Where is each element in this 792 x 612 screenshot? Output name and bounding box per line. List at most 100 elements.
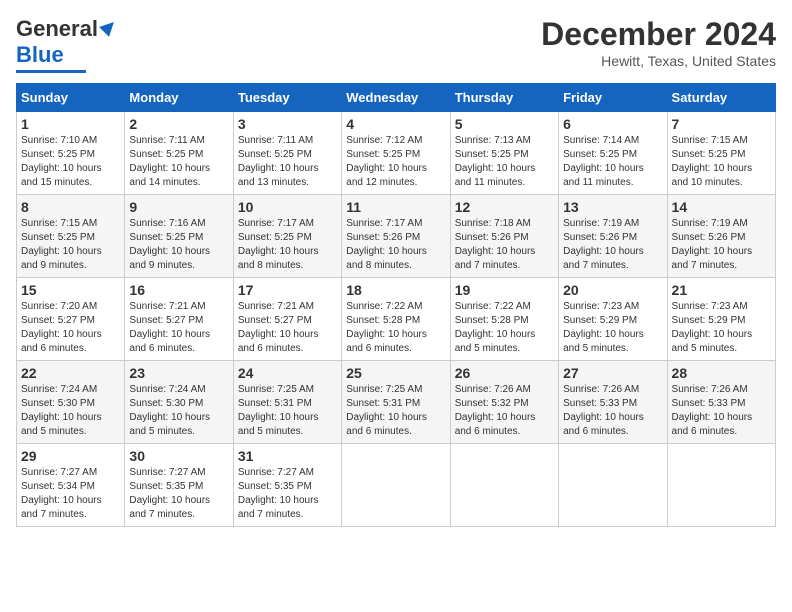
calendar-cell: 14 Sunrise: 7:19 AM Sunset: 5:26 PM Dayl… (667, 195, 775, 278)
day-number: 28 (672, 365, 771, 381)
calendar-cell: 7 Sunrise: 7:15 AM Sunset: 5:25 PM Dayli… (667, 112, 775, 195)
day-info: Sunrise: 7:22 AM Sunset: 5:28 PM Dayligh… (346, 300, 445, 356)
day-info: Sunrise: 7:21 AM Sunset: 5:27 PM Dayligh… (238, 300, 337, 356)
day-info: Sunrise: 7:24 AM Sunset: 5:30 PM Dayligh… (21, 383, 120, 439)
calendar-header-wednesday: Wednesday (342, 84, 450, 112)
calendar-week-4: 22 Sunrise: 7:24 AM Sunset: 5:30 PM Dayl… (17, 361, 776, 444)
day-info: Sunrise: 7:19 AM Sunset: 5:26 PM Dayligh… (563, 217, 662, 273)
day-number: 5 (455, 116, 554, 132)
day-number: 7 (672, 116, 771, 132)
day-number: 23 (129, 365, 228, 381)
calendar-cell: 24 Sunrise: 7:25 AM Sunset: 5:31 PM Dayl… (233, 361, 341, 444)
calendar-cell: 21 Sunrise: 7:23 AM Sunset: 5:29 PM Dayl… (667, 278, 775, 361)
day-info: Sunrise: 7:10 AM Sunset: 5:25 PM Dayligh… (21, 134, 120, 190)
day-info: Sunrise: 7:12 AM Sunset: 5:25 PM Dayligh… (346, 134, 445, 190)
day-number: 30 (129, 448, 228, 464)
logo-blue: Blue (16, 42, 64, 68)
calendar-cell: 4 Sunrise: 7:12 AM Sunset: 5:25 PM Dayli… (342, 112, 450, 195)
day-number: 14 (672, 199, 771, 215)
calendar-cell: 29 Sunrise: 7:27 AM Sunset: 5:34 PM Dayl… (17, 444, 125, 527)
title-area: December 2024 Hewitt, Texas, United Stat… (541, 16, 776, 69)
day-number: 17 (238, 282, 337, 298)
calendar-week-3: 15 Sunrise: 7:20 AM Sunset: 5:27 PM Dayl… (17, 278, 776, 361)
day-info: Sunrise: 7:16 AM Sunset: 5:25 PM Dayligh… (129, 217, 228, 273)
day-info: Sunrise: 7:26 AM Sunset: 5:33 PM Dayligh… (563, 383, 662, 439)
logo: General Blue (16, 16, 116, 73)
calendar-week-1: 1 Sunrise: 7:10 AM Sunset: 5:25 PM Dayli… (17, 112, 776, 195)
day-info: Sunrise: 7:25 AM Sunset: 5:31 PM Dayligh… (346, 383, 445, 439)
day-number: 1 (21, 116, 120, 132)
calendar-header-thursday: Thursday (450, 84, 558, 112)
day-info: Sunrise: 7:22 AM Sunset: 5:28 PM Dayligh… (455, 300, 554, 356)
calendar-header-friday: Friday (559, 84, 667, 112)
calendar-cell (559, 444, 667, 527)
day-number: 18 (346, 282, 445, 298)
calendar-cell: 19 Sunrise: 7:22 AM Sunset: 5:28 PM Dayl… (450, 278, 558, 361)
calendar-cell: 10 Sunrise: 7:17 AM Sunset: 5:25 PM Dayl… (233, 195, 341, 278)
day-info: Sunrise: 7:17 AM Sunset: 5:25 PM Dayligh… (238, 217, 337, 273)
day-number: 8 (21, 199, 120, 215)
calendar-cell: 11 Sunrise: 7:17 AM Sunset: 5:26 PM Dayl… (342, 195, 450, 278)
calendar-cell (667, 444, 775, 527)
header: General Blue December 2024 Hewitt, Texas… (16, 16, 776, 73)
location: Hewitt, Texas, United States (541, 53, 776, 69)
calendar-cell: 16 Sunrise: 7:21 AM Sunset: 5:27 PM Dayl… (125, 278, 233, 361)
day-number: 12 (455, 199, 554, 215)
day-info: Sunrise: 7:15 AM Sunset: 5:25 PM Dayligh… (21, 217, 120, 273)
calendar-cell: 9 Sunrise: 7:16 AM Sunset: 5:25 PM Dayli… (125, 195, 233, 278)
day-number: 6 (563, 116, 662, 132)
day-number: 11 (346, 199, 445, 215)
day-number: 27 (563, 365, 662, 381)
day-number: 29 (21, 448, 120, 464)
day-info: Sunrise: 7:15 AM Sunset: 5:25 PM Dayligh… (672, 134, 771, 190)
calendar-cell: 22 Sunrise: 7:24 AM Sunset: 5:30 PM Dayl… (17, 361, 125, 444)
day-info: Sunrise: 7:26 AM Sunset: 5:32 PM Dayligh… (455, 383, 554, 439)
calendar-cell (342, 444, 450, 527)
day-info: Sunrise: 7:11 AM Sunset: 5:25 PM Dayligh… (129, 134, 228, 190)
calendar-cell: 6 Sunrise: 7:14 AM Sunset: 5:25 PM Dayli… (559, 112, 667, 195)
day-info: Sunrise: 7:23 AM Sunset: 5:29 PM Dayligh… (563, 300, 662, 356)
day-info: Sunrise: 7:25 AM Sunset: 5:31 PM Dayligh… (238, 383, 337, 439)
calendar-cell: 1 Sunrise: 7:10 AM Sunset: 5:25 PM Dayli… (17, 112, 125, 195)
calendar-body: 1 Sunrise: 7:10 AM Sunset: 5:25 PM Dayli… (17, 112, 776, 527)
calendar-cell: 28 Sunrise: 7:26 AM Sunset: 5:33 PM Dayl… (667, 361, 775, 444)
day-info: Sunrise: 7:23 AM Sunset: 5:29 PM Dayligh… (672, 300, 771, 356)
day-number: 25 (346, 365, 445, 381)
day-info: Sunrise: 7:19 AM Sunset: 5:26 PM Dayligh… (672, 217, 771, 273)
day-info: Sunrise: 7:27 AM Sunset: 5:34 PM Dayligh… (21, 466, 120, 522)
day-info: Sunrise: 7:21 AM Sunset: 5:27 PM Dayligh… (129, 300, 228, 356)
day-info: Sunrise: 7:24 AM Sunset: 5:30 PM Dayligh… (129, 383, 228, 439)
calendar-cell: 20 Sunrise: 7:23 AM Sunset: 5:29 PM Dayl… (559, 278, 667, 361)
calendar-cell: 26 Sunrise: 7:26 AM Sunset: 5:32 PM Dayl… (450, 361, 558, 444)
calendar-cell: 17 Sunrise: 7:21 AM Sunset: 5:27 PM Dayl… (233, 278, 341, 361)
calendar-cell: 5 Sunrise: 7:13 AM Sunset: 5:25 PM Dayli… (450, 112, 558, 195)
day-info: Sunrise: 7:20 AM Sunset: 5:27 PM Dayligh… (21, 300, 120, 356)
day-number: 2 (129, 116, 228, 132)
calendar-cell: 12 Sunrise: 7:18 AM Sunset: 5:26 PM Dayl… (450, 195, 558, 278)
calendar-cell: 3 Sunrise: 7:11 AM Sunset: 5:25 PM Dayli… (233, 112, 341, 195)
calendar-cell: 13 Sunrise: 7:19 AM Sunset: 5:26 PM Dayl… (559, 195, 667, 278)
day-info: Sunrise: 7:11 AM Sunset: 5:25 PM Dayligh… (238, 134, 337, 190)
day-number: 9 (129, 199, 228, 215)
day-info: Sunrise: 7:27 AM Sunset: 5:35 PM Dayligh… (129, 466, 228, 522)
calendar-header-monday: Monday (125, 84, 233, 112)
day-number: 31 (238, 448, 337, 464)
calendar-week-2: 8 Sunrise: 7:15 AM Sunset: 5:25 PM Dayli… (17, 195, 776, 278)
calendar-header-sunday: Sunday (17, 84, 125, 112)
day-number: 15 (21, 282, 120, 298)
calendar-cell: 2 Sunrise: 7:11 AM Sunset: 5:25 PM Dayli… (125, 112, 233, 195)
calendar-cell: 30 Sunrise: 7:27 AM Sunset: 5:35 PM Dayl… (125, 444, 233, 527)
day-number: 22 (21, 365, 120, 381)
calendar-cell: 31 Sunrise: 7:27 AM Sunset: 5:35 PM Dayl… (233, 444, 341, 527)
day-number: 21 (672, 282, 771, 298)
day-number: 19 (455, 282, 554, 298)
calendar-cell: 8 Sunrise: 7:15 AM Sunset: 5:25 PM Dayli… (17, 195, 125, 278)
calendar-cell: 27 Sunrise: 7:26 AM Sunset: 5:33 PM Dayl… (559, 361, 667, 444)
calendar-cell: 25 Sunrise: 7:25 AM Sunset: 5:31 PM Dayl… (342, 361, 450, 444)
day-number: 26 (455, 365, 554, 381)
day-number: 10 (238, 199, 337, 215)
calendar-week-5: 29 Sunrise: 7:27 AM Sunset: 5:34 PM Dayl… (17, 444, 776, 527)
calendar-cell: 18 Sunrise: 7:22 AM Sunset: 5:28 PM Dayl… (342, 278, 450, 361)
day-number: 16 (129, 282, 228, 298)
day-info: Sunrise: 7:17 AM Sunset: 5:26 PM Dayligh… (346, 217, 445, 273)
